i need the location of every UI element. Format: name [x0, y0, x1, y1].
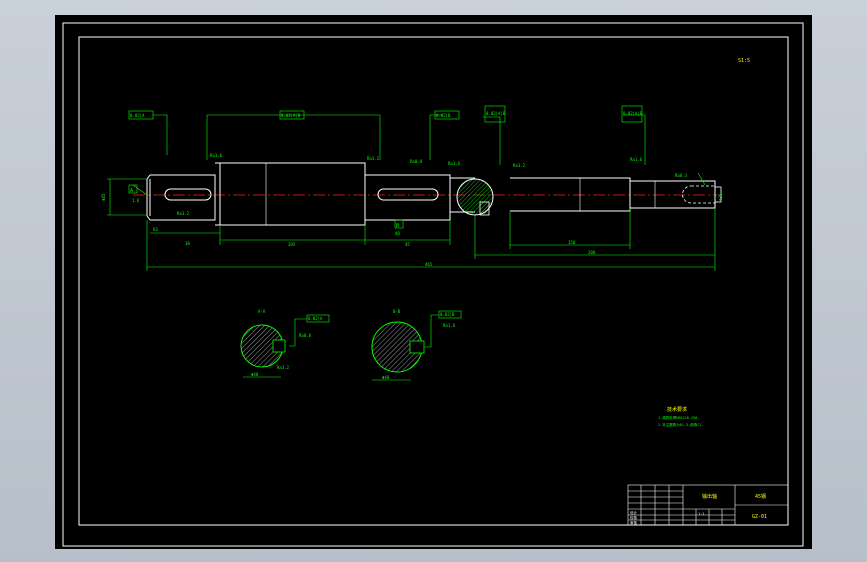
svg-text:Ra0.8: Ra0.8: [410, 159, 423, 164]
svg-text:Ra1.6: Ra1.6: [630, 157, 643, 162]
tech-requirements: 技术要求 1.调质处理HBS220-250. 2.未注圆角为R1.5,倒角C1.: [658, 406, 704, 427]
dim-right-len: 150: [568, 240, 576, 245]
svg-text:A-A: A-A: [258, 309, 266, 314]
svg-text:Ra0.8: Ra0.8: [299, 333, 312, 338]
callout-hatch: 0.02|A|B: [486, 111, 506, 116]
callout-boxes: [128, 105, 643, 229]
dim-seg-a: 38: [185, 241, 190, 246]
svg-text:Ra3.2: Ra3.2: [513, 163, 526, 168]
dim-key-len-mid: 40: [395, 231, 400, 236]
svg-text:Ra6.3: Ra6.3: [675, 173, 688, 178]
callout-mid-top: 0.02|A|B: [281, 113, 301, 118]
dim-right-dia: Φ35: [718, 193, 723, 201]
svg-text:Ra1.6: Ra1.6: [443, 323, 456, 328]
hatched-key-shaft: [479, 201, 490, 216]
inner-frame: [78, 36, 789, 526]
svg-text:Ra3.2: Ra3.2: [177, 211, 190, 216]
svg-text:0.02|B: 0.02|B: [440, 312, 455, 317]
title-material: 45钢: [755, 493, 766, 500]
svg-text:Ra3.2: Ra3.2: [277, 365, 290, 370]
title-scale: 1:1: [698, 512, 704, 516]
svg-text:Ra1.6: Ra1.6: [448, 161, 461, 166]
surface-marks: Ra1.6 Ra3.2 Ra0.8 Ra1.6 Ra3.2 Ra1.6 Ra3.…: [177, 153, 688, 216]
scale-note: S1:5: [738, 58, 750, 64]
dimension-lines: [107, 114, 716, 271]
datum-a-label: A: [130, 188, 133, 194]
svg-text:2.未注圆角为R1.5,倒角C1.: 2.未注圆角为R1.5,倒角C1.: [658, 422, 704, 427]
svg-text:Φ48: Φ48: [382, 375, 390, 380]
dim-right-span: 200: [588, 250, 596, 255]
outer-frame: [62, 22, 804, 547]
dim-overall: 465: [425, 262, 433, 267]
callout-right: 0.02|A|B: [623, 111, 643, 116]
title-drawing-no: GZ-01: [752, 514, 767, 520]
end-bore: [682, 185, 716, 204]
dim-seg-total-mid: 205: [288, 242, 296, 247]
callout-mid-right: 0.02|B: [436, 113, 451, 118]
title-row-design: 设计: [630, 510, 638, 515]
svg-text:B-B: B-B: [393, 309, 401, 314]
callout-left-key: 0.02|A: [130, 113, 145, 118]
title-row-approve: 审核: [630, 520, 638, 525]
dim-seg-b: 45: [405, 242, 410, 247]
title-row-check: 校核: [630, 515, 638, 520]
svg-text:技术要求: 技术要求: [667, 406, 687, 413]
shaft-drawing: S1:5 0.02|A 0.02|A|B 0.02|B 0.02|A|B 0.0…: [62, 22, 804, 547]
keyway-mid: [377, 188, 439, 201]
keyway-left: [164, 188, 212, 201]
cad-viewport[interactable]: S1:5 0.02|A 0.02|A|B 0.02|B 0.02|A|B 0.0…: [55, 15, 812, 549]
dim-left-small: 1.6: [132, 198, 140, 203]
svg-text:Φ40: Φ40: [251, 372, 259, 377]
section-view-a: A-A 0.02|A Φ40 Ra0.8 Ra3.2: [240, 309, 330, 378]
svg-text:Ra1.6: Ra1.6: [210, 153, 223, 158]
dim-key-len-left: 63: [153, 227, 158, 232]
datum-b-label: B: [396, 223, 399, 229]
svg-text:Ra3.2: Ra3.2: [367, 156, 380, 161]
svg-text:0.02|A: 0.02|A: [308, 316, 323, 321]
section-view-b: B-B 0.02|B Φ48 Ra1.6: [371, 309, 462, 381]
dim-left-dia: Φ45: [101, 193, 106, 201]
svg-text:1.调质处理HBS220-250.: 1.调质处理HBS220-250.: [658, 415, 699, 420]
title-part-name: 输出轴: [702, 493, 717, 500]
